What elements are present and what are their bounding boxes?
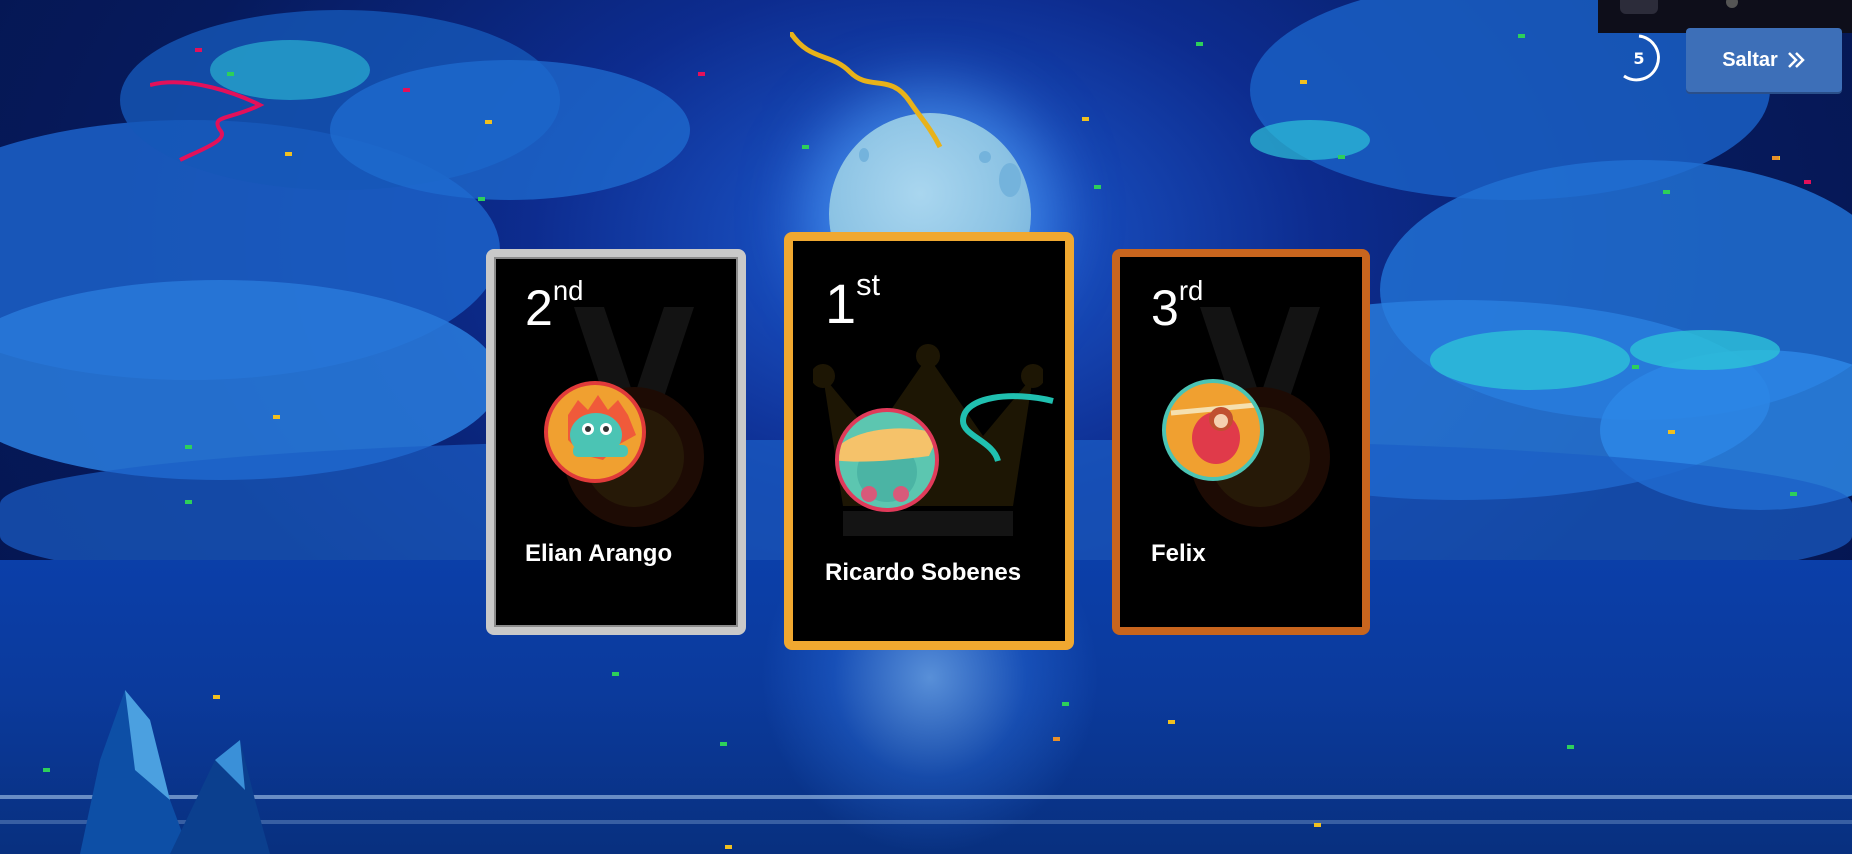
ribbon-icon <box>959 393 1054 463</box>
horizon-line <box>0 795 1852 799</box>
rank-suffix: rd <box>1178 275 1204 306</box>
countdown-timer: 5 <box>1614 32 1664 84</box>
player-name: Elian Arango <box>525 540 673 567</box>
cloud <box>1250 120 1370 160</box>
rank-label: 2nd <box>525 275 583 337</box>
cloud <box>1630 330 1780 370</box>
rank-number: 1 <box>825 272 857 335</box>
countdown-value: 5 <box>1633 48 1645 68</box>
sloth-icon <box>1170 402 1257 464</box>
toolbar-indicator <box>1726 0 1738 8</box>
rank-suffix: nd <box>552 275 584 306</box>
rank-label: 3rd <box>1151 275 1203 337</box>
player-name: Ricardo Sobenes <box>825 559 1022 586</box>
podium-card-second: 2nd Elian Arango <box>486 249 746 635</box>
taco-icon <box>839 428 935 502</box>
skip-button[interactable]: Saltar <box>1686 28 1842 92</box>
rank-label: 1st <box>825 267 880 336</box>
rank-number: 3 <box>1151 280 1179 336</box>
skip-button-label: Saltar <box>1722 48 1778 71</box>
sloth-avatar <box>1162 379 1264 481</box>
streamer-yellow <box>790 32 943 149</box>
cloud <box>330 60 690 200</box>
cloud <box>1430 330 1630 390</box>
horizon-line <box>0 820 1852 824</box>
podium-card-third: 3rd Felix <box>1112 249 1370 635</box>
player-name: Felix <box>1151 540 1206 567</box>
podium-card-first: 1st Ricardo Sobenes <box>784 232 1074 650</box>
rank-number: 2 <box>525 280 553 336</box>
toolbar-button[interactable] <box>1620 0 1658 14</box>
rock-formation <box>80 690 270 854</box>
rank-suffix: st <box>856 267 881 302</box>
dinosaur-avatar <box>544 381 646 483</box>
dinosaur-icon <box>568 395 636 460</box>
streamer-red <box>150 80 265 162</box>
chevrons-right-icon <box>1787 52 1805 68</box>
